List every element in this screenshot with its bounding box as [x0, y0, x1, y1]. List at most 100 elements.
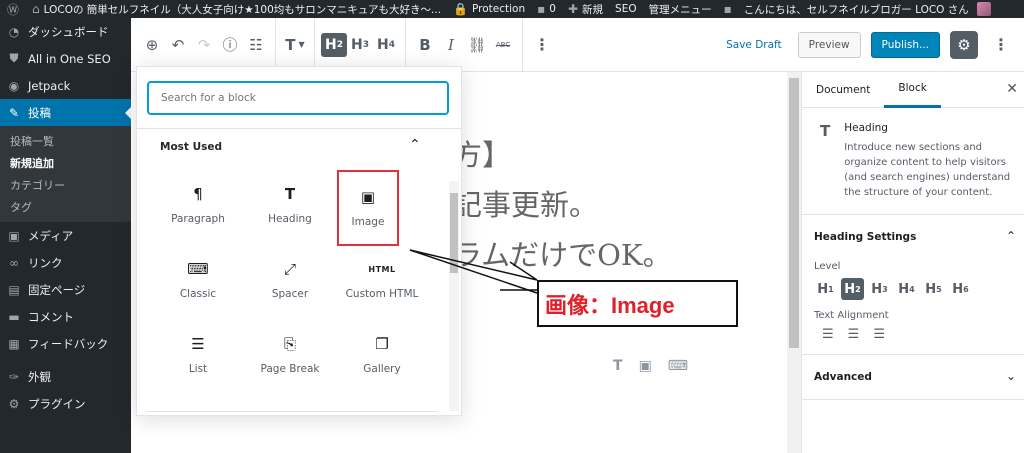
chevron-up-icon[interactable]: ⌃	[1006, 229, 1016, 243]
link-icon[interactable]: ⛓	[464, 30, 490, 60]
block-image[interactable]: ▣ Image	[337, 170, 399, 246]
block-gallery[interactable]: ❐ Gallery	[337, 322, 427, 388]
most-used-heading[interactable]: Most Used	[160, 141, 222, 153]
page-break-icon: ⎘	[283, 335, 296, 353]
block-custom-html[interactable]: HTML Custom HTML	[337, 247, 427, 313]
block-page-break[interactable]: ⎘ Page Break	[245, 322, 335, 388]
lock-icon: 🔒	[453, 2, 469, 16]
toolbar-actions: Save Draft Preview Publish... ⚙ ⋮	[720, 30, 1024, 60]
new-content-link[interactable]: ✚ 新規	[562, 0, 609, 18]
sidebar-item-comments[interactable]: ▬ コメント	[0, 303, 131, 330]
level-1-button[interactable]: H1	[814, 278, 837, 300]
tab-block[interactable]: Block	[884, 72, 941, 108]
list-icon: ☰	[191, 335, 205, 353]
sidebar-item-pages[interactable]: ▤ 固定ページ	[0, 276, 131, 303]
heading-level-4-button[interactable]: H4	[373, 30, 399, 60]
level-6-button[interactable]: H6	[949, 278, 972, 300]
block-inserter-popover: Most Used ⌃ ¶ Paragraph T Heading ▣ Imag…	[136, 66, 462, 416]
account-link[interactable]: こんにちは、セルフネイルブロガー LOCO さん	[738, 0, 997, 18]
block-search-input[interactable]	[147, 81, 449, 115]
sidebar-item-dashboard[interactable]: ◔ ダッシュボード	[0, 18, 131, 45]
heading-settings-toggle[interactable]: Heading Settings	[814, 215, 1012, 259]
home-icon: ⌂	[32, 2, 40, 16]
level-2-button[interactable]: H2	[841, 278, 864, 300]
comments-link[interactable]: ▪ 0	[531, 0, 562, 18]
feedback-icon: ▦	[8, 336, 20, 351]
sidebar-item-media[interactable]: ▣ メディア	[0, 222, 131, 249]
panel-tabs: Document Block ✕	[802, 72, 1024, 108]
align-center-icon[interactable]: ☰	[848, 327, 860, 342]
sidebar-item-posts[interactable]: ✎ 投稿	[0, 99, 131, 126]
toolbar-divider	[314, 17, 315, 72]
sidebar-item-links[interactable]: ∞ リンク	[0, 249, 131, 276]
close-icon[interactable]: ✕	[1006, 81, 1018, 97]
more-options-icon[interactable]: ⋮	[529, 30, 555, 60]
editor-scrollbar-thumb[interactable]	[789, 78, 799, 348]
align-right-icon[interactable]: ☰	[873, 327, 885, 342]
sidebar-item-aioseo[interactable]: ⛊ All in One SEO	[0, 45, 131, 72]
more-menu-icon[interactable]: ⋮	[988, 30, 1014, 60]
inserter-scrollbar-thumb[interactable]	[450, 193, 458, 273]
shield-icon: ⛊	[9, 51, 19, 65]
toolbar-divider	[275, 17, 276, 72]
preview-button[interactable]: Preview	[797, 31, 861, 58]
notice-icon[interactable]: ▪	[718, 0, 738, 18]
strikethrough-button[interactable]: ABC	[490, 30, 516, 60]
gallery-icon: ❐	[375, 335, 389, 353]
heading-level-3-button[interactable]: H3	[347, 30, 373, 60]
block-spacer[interactable]: ⤢ Spacer	[245, 247, 335, 313]
publish-button[interactable]: Publish...	[870, 31, 940, 58]
spacer-icon: ⤢	[283, 260, 296, 278]
submenu-all-posts[interactable]: 投稿一覧	[0, 130, 131, 152]
block-heading[interactable]: T Heading	[245, 172, 335, 238]
heading-icon[interactable]: T	[613, 358, 623, 374]
bold-button[interactable]: B	[412, 30, 438, 60]
tab-document[interactable]: Document	[802, 72, 884, 108]
block-paragraph[interactable]: ¶ Paragraph	[153, 172, 243, 238]
chevron-down-icon[interactable]: ⌄	[1006, 369, 1016, 383]
block-classic[interactable]: ⌨ Classic	[153, 247, 243, 313]
image-icon[interactable]: ▣	[639, 358, 652, 374]
jetpack-icon: ◉	[8, 78, 20, 93]
sidebar-item-plugins[interactable]: ⚙ プラグイン	[0, 390, 131, 417]
add-block-icon[interactable]: ⊕	[139, 30, 165, 60]
advanced-toggle[interactable]: Advanced	[814, 355, 1012, 399]
heading-level-group: H1 H2 H3 H4 H5 H6	[814, 278, 1012, 300]
sidebar-item-appearance[interactable]: ✑ 外観	[0, 363, 131, 390]
block-transform-button[interactable]: T ▼	[282, 30, 308, 60]
redo-icon[interactable]: ↷	[191, 30, 217, 60]
block-list[interactable]: ☰ List	[153, 322, 243, 388]
align-left-icon[interactable]: ☰	[822, 327, 834, 342]
chevron-up-icon[interactable]: ⌃	[409, 137, 421, 153]
protection-link[interactable]: 🔒 Protection	[447, 0, 531, 18]
site-name-link[interactable]: ⌂ LOCOの 簡単セルフネイル（大人女子向け★100均もサロンマニキュアも大好き…	[26, 0, 447, 18]
save-draft-button[interactable]: Save Draft	[720, 39, 788, 51]
pin-icon: ✎	[8, 105, 20, 120]
html-icon: HTML	[368, 264, 396, 274]
caret-down-icon: ▼	[298, 40, 305, 49]
alignment-group: ☰ ☰ ☰	[822, 327, 1012, 342]
keyboard-icon: ⌨	[187, 260, 209, 278]
settings-gear-icon[interactable]: ⚙	[950, 30, 978, 59]
plugin-icon: ⚙	[8, 396, 20, 411]
heading-block[interactable]: 方】 記事更新。 ラムだけでOK。	[453, 130, 672, 280]
undo-icon[interactable]: ↶	[165, 30, 191, 60]
admin-bar: Ⓦ ⌂ LOCOの 簡単セルフネイル（大人女子向け★100均もサロンマニキュアも大…	[0, 0, 1024, 18]
seo-link[interactable]: SEO	[609, 0, 643, 18]
sidebar-item-feedback[interactable]: ▦ フィードバック	[0, 330, 131, 357]
block-navigation-icon[interactable]: ☷	[243, 30, 269, 60]
keyboard-icon[interactable]: ⌨	[668, 358, 688, 374]
block-card-description: Introduce new sections and organize cont…	[844, 142, 1011, 198]
submenu-tags[interactable]: タグ	[0, 196, 131, 218]
level-3-button[interactable]: H3	[868, 278, 891, 300]
sidebar-item-jetpack[interactable]: ◉ Jetpack	[0, 72, 131, 99]
level-4-button[interactable]: H4	[895, 278, 918, 300]
heading-level-2-button[interactable]: H2	[321, 32, 347, 57]
submenu-add-new[interactable]: 新規追加	[0, 152, 131, 174]
submenu-categories[interactable]: カテゴリー	[0, 174, 131, 196]
level-5-button[interactable]: H5	[922, 278, 945, 300]
wordpress-logo-icon[interactable]: Ⓦ	[0, 0, 26, 18]
info-icon[interactable]: ⓘ	[217, 30, 243, 60]
italic-button[interactable]: I	[438, 30, 464, 60]
admin-menu-link[interactable]: 管理メニュー	[643, 0, 718, 18]
